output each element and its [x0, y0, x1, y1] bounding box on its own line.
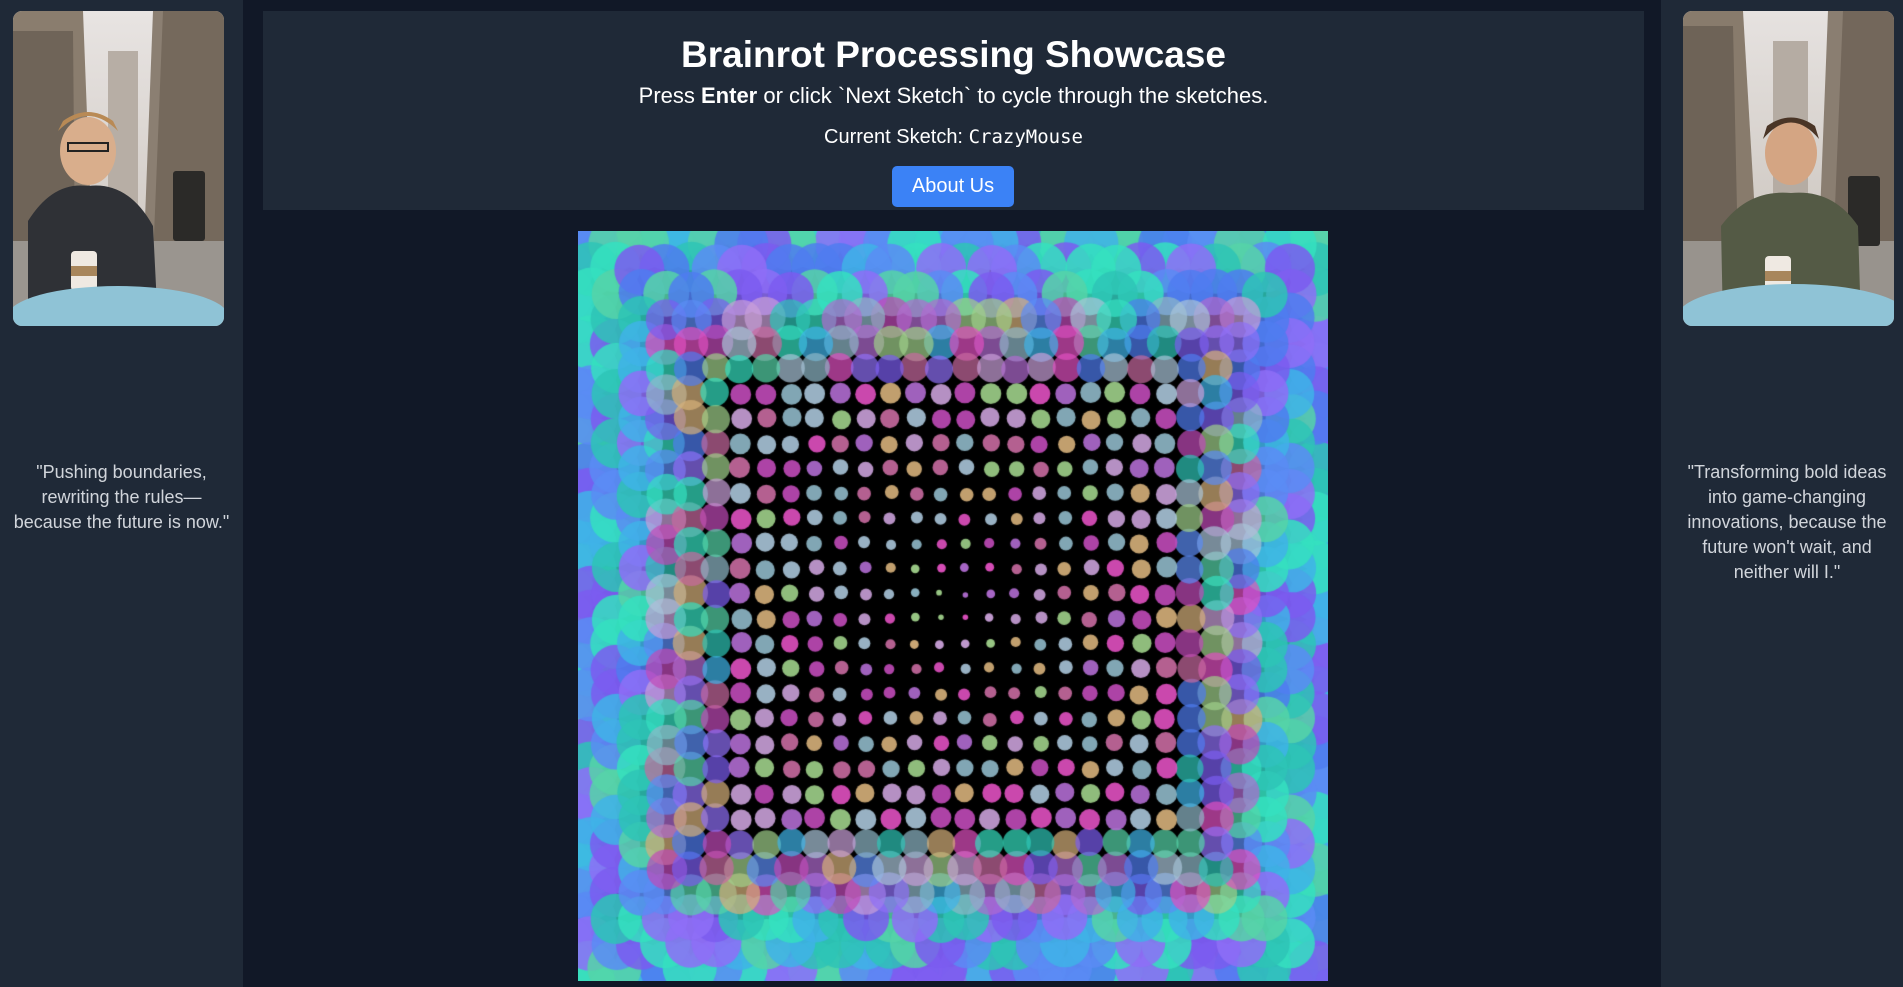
left-quote: "Pushing boundaries, rewriting the rules…	[13, 462, 230, 532]
instructions-prefix: Press	[638, 83, 701, 108]
current-sketch-line: Current Sketch: CrazyMouse	[263, 123, 1644, 151]
profile-photo-right	[1683, 11, 1894, 326]
about-us-button[interactable]: About Us	[892, 166, 1014, 207]
page: "Pushing boundaries, rewriting the rules…	[0, 0, 1903, 987]
current-sketch-label: Current Sketch:	[824, 126, 969, 148]
right-quote: "Transforming bold ideas into game-chang…	[1687, 462, 1887, 582]
page-title: Brainrot Processing Showcase	[681, 34, 1226, 75]
enter-key-label: Enter	[701, 83, 758, 108]
left-sidebar: "Pushing boundaries, rewriting the rules…	[0, 0, 243, 987]
current-sketch-name: CrazyMouse	[968, 126, 1083, 148]
profile-photo-left	[13, 11, 224, 326]
sketch-drawing[interactable]	[578, 231, 1328, 981]
right-sidebar: "Transforming bold ideas into game-chang…	[1661, 0, 1903, 987]
instructions-text: Press Enter or click `Next Sketch` to cy…	[263, 81, 1644, 111]
instructions-suffix: or click `Next Sketch` to cycle through …	[757, 83, 1269, 108]
sketch-canvas[interactable]	[578, 231, 1328, 981]
header-panel: Brainrot Processing Showcase Press Enter…	[263, 11, 1644, 210]
